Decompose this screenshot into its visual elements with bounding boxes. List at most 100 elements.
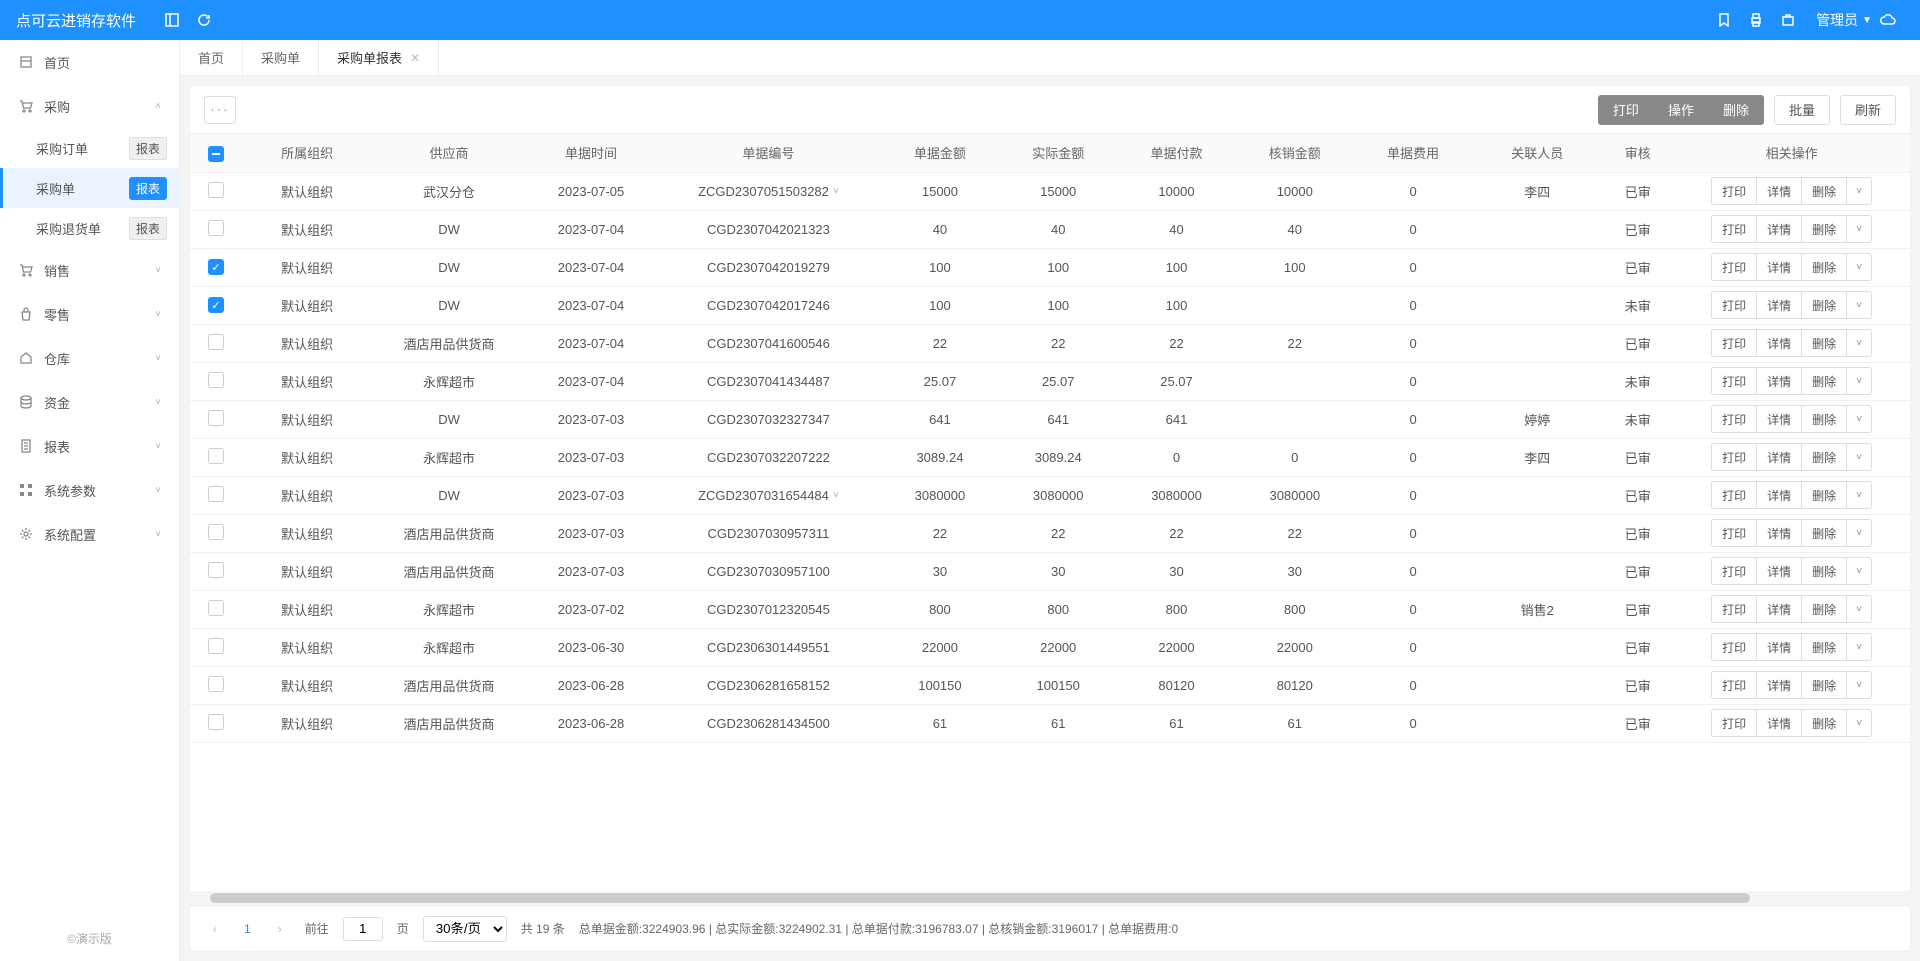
row-checkbox[interactable] [208,334,224,350]
row-checkbox[interactable] [208,220,224,236]
row-more-button[interactable]: ˅ [1846,367,1872,395]
page-size-select[interactable]: 30条/页 [423,916,507,942]
row-delete-button[interactable]: 删除 [1801,709,1847,737]
row-more-button[interactable]: ˅ [1846,253,1872,281]
page-prev[interactable]: ‹ [204,918,226,940]
row-more-button[interactable]: ˅ [1846,671,1872,699]
sidebar-item-8[interactable]: 系统配置˅ [0,512,179,556]
row-print-button[interactable]: 打印 [1711,519,1757,547]
row-delete-button[interactable]: 删除 [1801,405,1847,433]
sidebar-item-7[interactable]: 系统参数˅ [0,468,179,512]
bookmark-icon[interactable] [1714,10,1734,30]
row-detail-button[interactable]: 详情 [1756,215,1802,243]
row-delete-button[interactable]: 删除 [1801,557,1847,585]
doc-no-link[interactable]: CGD2306301449551 [707,640,830,655]
row-checkbox[interactable]: ✓ [208,259,224,275]
row-detail-button[interactable]: 详情 [1756,253,1802,281]
doc-no-link[interactable]: CGD2307041600546 [707,336,830,351]
row-checkbox[interactable] [208,524,224,540]
row-more-button[interactable]: ˅ [1846,633,1872,661]
row-print-button[interactable]: 打印 [1711,367,1757,395]
row-more-button[interactable]: ˅ [1846,329,1872,357]
row-print-button[interactable]: 打印 [1711,177,1757,205]
print-icon[interactable] [1746,10,1766,30]
row-checkbox[interactable] [208,448,224,464]
report-badge[interactable]: 报表 [129,177,167,200]
row-delete-button[interactable]: 删除 [1801,215,1847,243]
row-more-button[interactable]: ˅ [1846,177,1872,205]
row-print-button[interactable]: 打印 [1711,595,1757,623]
row-print-button[interactable]: 打印 [1711,633,1757,661]
row-delete-button[interactable]: 删除 [1801,177,1847,205]
row-print-button[interactable]: 打印 [1711,405,1757,433]
row-detail-button[interactable]: 详情 [1756,595,1802,623]
row-delete-button[interactable]: 删除 [1801,671,1847,699]
doc-no-link[interactable]: CGD2307042021323 [707,222,830,237]
sidebar-item-5[interactable]: 资金˅ [0,380,179,424]
row-delete-button[interactable]: 删除 [1801,443,1847,471]
print-button[interactable]: 打印 [1598,95,1654,125]
row-detail-button[interactable]: 详情 [1756,329,1802,357]
row-detail-button[interactable]: 详情 [1756,481,1802,509]
more-filters-button[interactable]: ··· [204,96,236,124]
row-detail-button[interactable]: 详情 [1756,405,1802,433]
row-delete-button[interactable]: 删除 [1801,367,1847,395]
row-detail-button[interactable]: 详情 [1756,367,1802,395]
doc-no-link[interactable]: CGD2306281434500 [707,716,830,731]
row-print-button[interactable]: 打印 [1711,709,1757,737]
row-detail-button[interactable]: 详情 [1756,557,1802,585]
row-detail-button[interactable]: 详情 [1756,633,1802,661]
row-delete-button[interactable]: 删除 [1801,633,1847,661]
row-delete-button[interactable]: 删除 [1801,595,1847,623]
row-more-button[interactable]: ˅ [1846,709,1872,737]
sidebar-item-2[interactable]: 销售˅ [0,248,179,292]
row-delete-button[interactable]: 删除 [1801,481,1847,509]
row-print-button[interactable]: 打印 [1711,253,1757,281]
batch-button[interactable]: 批量 [1774,95,1830,125]
sidebar-item-6[interactable]: 报表˅ [0,424,179,468]
row-checkbox[interactable] [208,600,224,616]
row-more-button[interactable]: ˅ [1846,481,1872,509]
refresh-icon[interactable] [194,10,214,30]
user-menu[interactable]: 管理员 ▼ [1816,10,1872,30]
row-checkbox[interactable] [208,714,224,730]
tab-1[interactable]: 采购单 [243,40,319,75]
horizontal-scrollbar[interactable] [190,891,1910,905]
sidebar-sub-1-0[interactable]: 采购订单报表 [0,128,179,168]
doc-no-link[interactable]: CGD2307042017246 [707,298,830,313]
row-checkbox[interactable] [208,372,224,388]
close-icon[interactable]: ✕ [410,51,420,65]
doc-no-link[interactable]: CGD2307030957100 [707,564,830,579]
row-more-button[interactable]: ˅ [1846,291,1872,319]
tab-0[interactable]: 首页 [180,40,243,75]
doc-no-link[interactable]: CGD2306281658152 [707,678,830,693]
report-badge[interactable]: 报表 [129,217,167,240]
goto-input[interactable] [343,917,383,941]
page-next[interactable]: › [269,918,291,940]
row-checkbox[interactable]: ✓ [208,297,224,313]
row-print-button[interactable]: 打印 [1711,329,1757,357]
row-more-button[interactable]: ˅ [1846,405,1872,433]
action-button[interactable]: 操作 [1653,95,1709,125]
row-delete-button[interactable]: 删除 [1801,291,1847,319]
delete-button[interactable]: 删除 [1708,95,1764,125]
row-print-button[interactable]: 打印 [1711,443,1757,471]
doc-no-link[interactable]: CGD2307012320545 [707,602,830,617]
row-checkbox[interactable] [208,562,224,578]
briefcase-icon[interactable] [1778,10,1798,30]
sidebar-sub-1-2[interactable]: 采购退货单报表 [0,208,179,248]
doc-no-link[interactable]: CGD2307032207222 [707,450,830,465]
doc-no-link[interactable]: ZCGD2307031654484 ˅ [698,488,839,503]
row-print-button[interactable]: 打印 [1711,291,1757,319]
doc-no-link[interactable]: CGD2307041434487 [707,374,830,389]
tab-2[interactable]: 采购单报表✕ [319,40,439,75]
page-current[interactable]: 1 [240,922,255,936]
row-delete-button[interactable]: 删除 [1801,329,1847,357]
row-more-button[interactable]: ˅ [1846,443,1872,471]
sidebar-item-3[interactable]: 零售˅ [0,292,179,336]
row-more-button[interactable]: ˅ [1846,595,1872,623]
sidebar-sub-1-1[interactable]: 采购单报表 [0,168,179,208]
cloud-icon[interactable] [1878,10,1898,30]
row-print-button[interactable]: 打印 [1711,215,1757,243]
doc-no-link[interactable]: ZCGD2307051503282 ˅ [698,184,839,199]
